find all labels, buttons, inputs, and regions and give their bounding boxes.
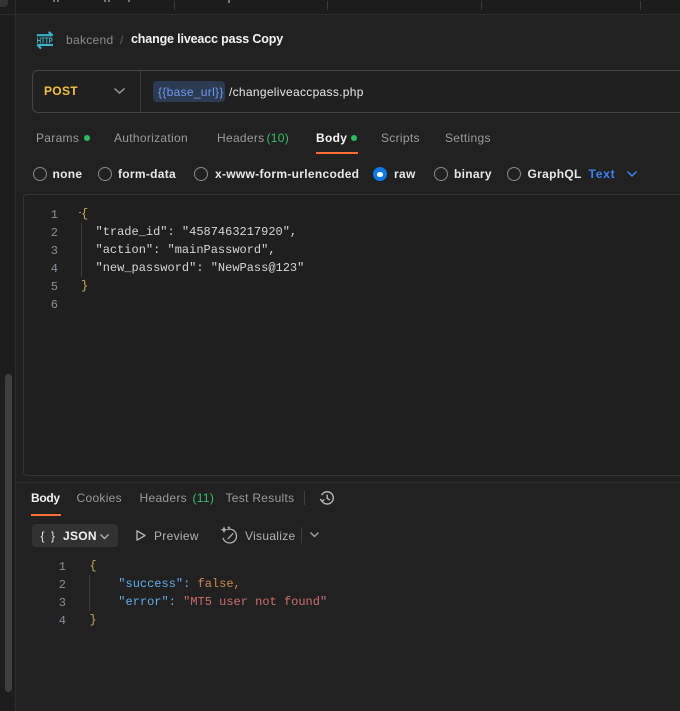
svg-text:HTTP: HTTP	[37, 36, 54, 45]
